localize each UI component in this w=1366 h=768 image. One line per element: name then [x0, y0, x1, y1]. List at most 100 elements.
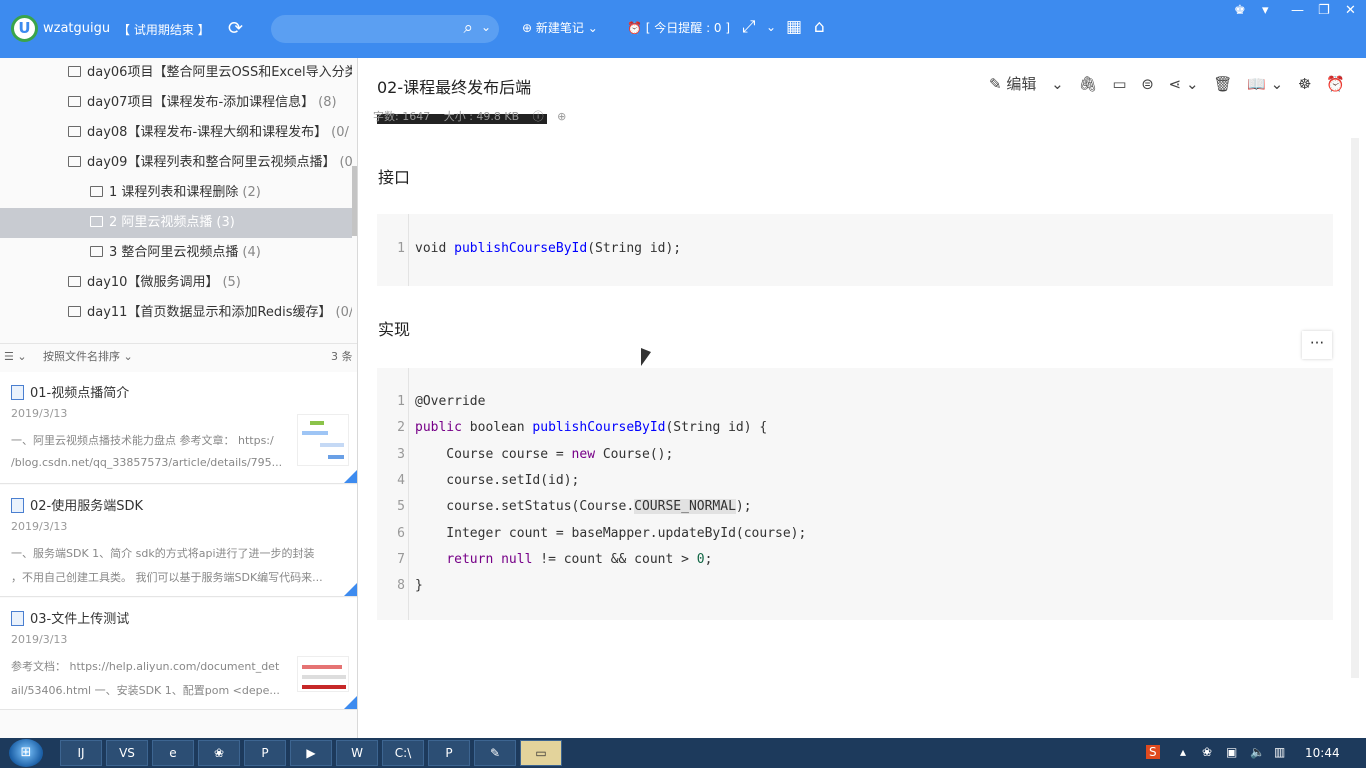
note-card[interactable]: 03-文件上传测试 2019/3/13 参考文档： https://help.a…: [0, 598, 357, 710]
code-line[interactable]: 8}: [377, 573, 423, 599]
search-box[interactable]: ⌕ ⌄: [271, 15, 499, 43]
code-block-implementation[interactable]: 1 @Override 2 public boolean publishCourseB…: [377, 368, 1333, 620]
tray-arrow-icon[interactable]: ▴: [1180, 745, 1186, 759]
username[interactable]: wzatguigu: [43, 21, 110, 36]
tree-item[interactable]: day07项目【课程发布-添加课程信息】 (8): [0, 88, 352, 118]
code-line[interactable]: 5 course.setStatus(Course.COURSE_NORMAL)…: [377, 494, 752, 520]
clip-icon[interactable]: ⤢: [742, 17, 756, 37]
taskbar-app-icon[interactable]: ▭: [520, 740, 562, 766]
tray-device-icon[interactable]: ▣: [1226, 745, 1237, 759]
taskbar-app-icon[interactable]: P: [244, 740, 286, 766]
tree-item[interactable]: day11【首页数据显示和添加Redis缓存】 (0/: [0, 298, 352, 328]
code-token: null: [501, 551, 533, 567]
code-line[interactable]: 4 course.setId(id);: [377, 468, 579, 494]
tree-item-count: (0/: [335, 305, 352, 320]
tree-item[interactable]: day09【课程列表和整合阿里云视频点播】 (0: [0, 148, 352, 178]
note-card[interactable]: 02-使用服务端SDK 2019/3/13 一、服务端SDK 1、简介 sdk的…: [0, 485, 357, 597]
line-number: 3: [397, 446, 405, 462]
volume-icon[interactable]: 🔈: [1250, 745, 1265, 759]
edit-button[interactable]: ✎ 编辑 ⌄: [989, 75, 1064, 93]
close-icon[interactable]: ✕: [1345, 3, 1356, 18]
edit-label: 编辑: [1006, 75, 1037, 93]
corner-marker: [344, 582, 357, 596]
info-icon[interactable]: ⓘ: [533, 110, 544, 123]
minimize-icon[interactable]: —: [1291, 3, 1304, 18]
tree-item[interactable]: 3 整合阿里云视频点播 (4): [0, 238, 352, 268]
taskbar-app-icon[interactable]: ▶: [290, 740, 332, 766]
tree-item-count: (0: [339, 155, 352, 170]
tree-item[interactable]: day08【课程发布-课程大纲和课程发布】 (0/: [0, 118, 352, 148]
line-number: 5: [397, 499, 405, 515]
note-title: 03-文件上传测试: [11, 608, 129, 627]
document-scrollbar[interactable]: [1351, 138, 1359, 678]
delete-icon[interactable]: 🗑: [1213, 75, 1232, 93]
folder-icon: [68, 66, 81, 77]
wechat-icon[interactable]: ☸: [1298, 75, 1311, 93]
taskbar-app-icon[interactable]: VS: [106, 740, 148, 766]
tree-item[interactable]: 1 课程列表和课程删除 (2): [0, 178, 352, 208]
note-title: 01-视频点播简介: [11, 382, 129, 401]
add-icon[interactable]: ⊕: [557, 110, 566, 123]
folder-icon: [68, 156, 81, 167]
taskbar-app-icon[interactable]: IJ: [60, 740, 102, 766]
taskbar-app-icon[interactable]: e: [152, 740, 194, 766]
alarm-icon[interactable]: ⏰: [1326, 75, 1345, 93]
tree-scrollbar[interactable]: [352, 166, 357, 236]
code-token: course.setStatus(Course.: [415, 499, 635, 515]
tree-item[interactable]: day10【微服务调用】 (5): [0, 268, 352, 298]
sync-icon[interactable]: ⟳: [228, 18, 243, 39]
note-title-text: 02-使用服务端SDK: [30, 499, 144, 514]
section-heading: 实现: [378, 320, 411, 339]
home-icon[interactable]: ⌂: [814, 17, 825, 37]
code-block-interface[interactable]: 1 void publishCourseById(String id);: [377, 214, 1333, 286]
chevron-down-icon[interactable]: ⌄: [481, 20, 491, 34]
read-mode-icon[interactable]: 📖 ⌄: [1247, 75, 1283, 93]
tray-app-icon[interactable]: ❀: [1202, 745, 1212, 759]
code-token: ;: [704, 551, 713, 567]
taskbar-app-icon[interactable]: ❀: [198, 740, 240, 766]
start-button[interactable]: ⊞: [9, 739, 43, 767]
skin-icon[interactable]: ♚: [1234, 3, 1246, 18]
taskbar-app-icon[interactable]: W: [336, 740, 378, 766]
taskbar-app-icon[interactable]: P: [428, 740, 470, 766]
taskbar-app-icon[interactable]: C:\: [382, 740, 424, 766]
share-icon[interactable]: ⋖ ⌄: [1169, 75, 1199, 93]
list-view-icon[interactable]: ☰ ⌄: [4, 344, 27, 370]
code-line[interactable]: 7 return null != count && count > 0;: [377, 547, 712, 573]
app-logo[interactable]: U: [11, 15, 38, 42]
input-method-icon[interactable]: S: [1146, 745, 1160, 759]
line-number: 1: [397, 394, 405, 409]
new-note-button[interactable]: ⊕ 新建笔记 ⌄: [522, 19, 598, 36]
attach-icon[interactable]: 🖇: [1078, 75, 1097, 93]
chevron-down-icon[interactable]: ⌄: [766, 20, 776, 34]
tree-item-label: day08【课程发布-课程大纲和课程发布】: [87, 125, 328, 140]
code-line[interactable]: 1 void publishCourseById(String id);: [377, 236, 681, 262]
code-token: publishCourseById: [454, 241, 588, 256]
tree-item-selected[interactable]: 2 阿里云视频点播 (3): [0, 208, 352, 238]
grid-icon[interactable]: ▦: [786, 17, 802, 37]
history-icon[interactable]: ⊜: [1141, 75, 1154, 93]
code-line[interactable]: 1 @Override: [377, 389, 485, 415]
code-line[interactable]: 6 Integer count = baseMapper.updateById(…: [377, 521, 806, 547]
more-options-button[interactable]: ···: [1302, 331, 1332, 359]
network-icon[interactable]: ▥: [1274, 745, 1285, 759]
trial-status[interactable]: 【 试用期结束 】: [118, 21, 210, 38]
taskbar-app-icon[interactable]: ✎: [474, 740, 516, 766]
search-icon[interactable]: ⌕: [463, 18, 473, 38]
code-line[interactable]: 2 public boolean publishCourseById(String…: [377, 415, 767, 441]
code-line[interactable]: 3 Course course = new Course();: [377, 442, 673, 468]
tree-item[interactable]: day06项目【整合阿里云OSS和Excel导入分类: [0, 58, 352, 88]
note-card[interactable]: 01-视频点播简介 2019/3/13 一、阿里云视频点播技术能力盘点 参考文章…: [0, 372, 357, 484]
document-title[interactable]: 02-课程最终发布后端: [377, 74, 531, 98]
comment-icon[interactable]: ▭: [1112, 75, 1126, 93]
mouse-cursor-icon: [641, 348, 651, 366]
section-heading: 接口: [378, 168, 411, 187]
tree-item-label: 3 整合阿里云视频点播: [109, 245, 239, 260]
sort-dropdown[interactable]: 按照文件名排序 ⌄: [43, 344, 133, 370]
maximize-icon[interactable]: ❐: [1318, 3, 1330, 18]
tree-item-count: (3): [216, 215, 235, 230]
clock[interactable]: 10:44: [1305, 746, 1340, 760]
menu-icon[interactable]: ▾: [1262, 3, 1269, 18]
reminder-button[interactable]: ⏰ [ 今日提醒 : 0 ]: [627, 19, 730, 36]
